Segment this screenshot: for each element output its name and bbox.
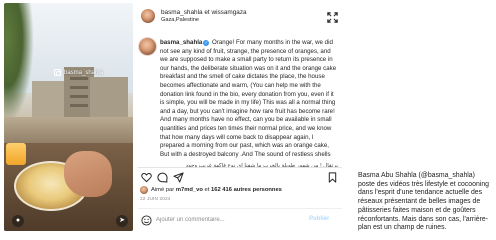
comment-bubble-icon[interactable] xyxy=(157,172,168,183)
divider xyxy=(138,208,342,209)
caption-username[interactable]: basma_shahla xyxy=(160,39,202,46)
author-avatar[interactable] xyxy=(141,9,155,23)
expand-icon[interactable] xyxy=(327,12,338,23)
paper-plane-icon[interactable] xyxy=(173,172,184,183)
likes-summary: Aimé par m7md_vo et 162 416 autres perso… xyxy=(151,187,282,193)
article-caption: Basma Abu Shahla (@basma_shahla) poste d… xyxy=(358,172,489,232)
likes-prefix: Aimé par xyxy=(151,187,175,193)
photo-foliage xyxy=(4,3,34,123)
likes-user[interactable]: m7md_vo xyxy=(176,187,203,193)
caption-author-avatar[interactable] xyxy=(139,38,156,55)
post-caption: basma_shahla ✓ Orange! For many months in… xyxy=(160,39,338,159)
bookmark-icon[interactable] xyxy=(327,172,338,183)
likes-count[interactable]: 162 416 autres personnes xyxy=(211,187,282,193)
media-watermark: basma_shahla xyxy=(54,69,103,76)
speaker-icon[interactable]: ● xyxy=(12,215,24,227)
post-location[interactable]: Gaza,Palestine xyxy=(161,17,199,23)
share-arrow-icon[interactable]: ➤ xyxy=(116,215,128,227)
publish-button[interactable]: Publier xyxy=(309,216,329,222)
instagram-icon xyxy=(54,69,61,76)
divider xyxy=(138,167,342,168)
comment-input[interactable] xyxy=(156,214,306,226)
caption-text: Orange! For many months in the war, we d… xyxy=(160,39,337,158)
likes-connector: et xyxy=(204,187,210,193)
heart-icon[interactable] xyxy=(141,172,152,183)
post-authors[interactable]: basma_shahla et wissamgaza xyxy=(161,9,247,17)
photo-hand xyxy=(64,151,112,197)
verified-badge-icon: ✓ xyxy=(203,40,210,46)
figure-frame: basma_shahla ● ➤ basma_shahla et wissamg… xyxy=(0,0,496,240)
photo-juice-glass xyxy=(6,143,26,165)
post-media-video[interactable]: basma_shahla ● ➤ xyxy=(4,3,133,231)
watermark-handle: basma_shahla xyxy=(64,69,104,76)
liker-avatar[interactable] xyxy=(140,186,148,194)
post-date: 22 JUIN 2024 xyxy=(140,197,171,202)
smiley-icon[interactable] xyxy=(141,215,152,226)
